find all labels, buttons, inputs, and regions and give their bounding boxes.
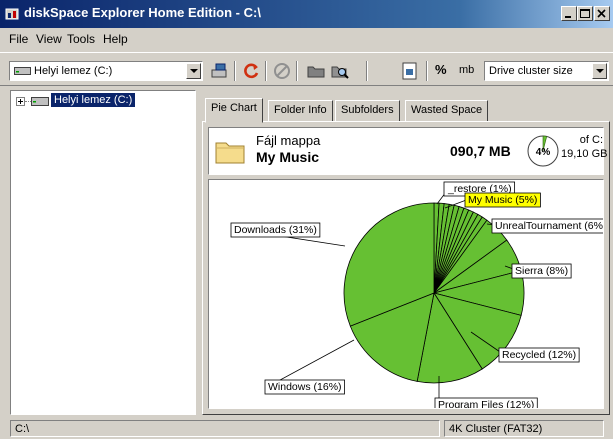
- menu-bar: File View Tools Help: [0, 28, 613, 50]
- plus-icon: [18, 99, 23, 104]
- minimize-icon: [565, 16, 571, 18]
- hard-drive-icon: [31, 97, 49, 106]
- tree-item-drive-c[interactable]: Helyi lemez (C:): [51, 93, 136, 107]
- toolbar-separator: [426, 61, 428, 81]
- toolbar-separator: [296, 61, 298, 81]
- folder-tree[interactable]: Helyi lemez (C:): [10, 90, 196, 415]
- menu-help[interactable]: Help: [103, 32, 128, 46]
- pie-label-text: My Music (5%): [468, 194, 537, 206]
- pie-label-text: Sierra (8%): [515, 265, 568, 277]
- menu-view[interactable]: View: [36, 32, 62, 46]
- percent-gauge: 4%: [527, 135, 559, 167]
- pie-label-text: UnrealTournament (6%): [495, 220, 604, 232]
- folder-size: 090,7 MB: [450, 143, 511, 159]
- status-cluster: 4K Cluster (FAT32): [444, 420, 604, 437]
- folder-icon: [215, 142, 245, 164]
- mb-toggle[interactable]: mb: [459, 64, 474, 76]
- tree-expand-toggle[interactable]: [16, 97, 25, 106]
- status-path: C:\: [10, 420, 440, 437]
- menu-file[interactable]: File: [9, 32, 28, 46]
- drive-select-dropdown[interactable]: [186, 63, 201, 79]
- tab-folder-info[interactable]: Folder Info: [268, 100, 333, 122]
- close-icon: [597, 9, 606, 18]
- app-window: diskSpace Explorer Home Edition - C:\ Fi…: [0, 0, 613, 439]
- pie-label: Program Files (12%): [434, 397, 538, 409]
- cluster-size-dropdown[interactable]: [592, 63, 607, 79]
- close-button[interactable]: [594, 6, 610, 21]
- pie-label: Downloads (31%): [230, 222, 321, 238]
- maximize-button[interactable]: [577, 6, 593, 21]
- percent-toggle[interactable]: %: [435, 62, 447, 77]
- tab-wasted-space[interactable]: Wasted Space: [405, 100, 489, 122]
- menu-tools[interactable]: Tools: [67, 32, 95, 46]
- pie-label: UnrealTournament (6%): [491, 218, 604, 234]
- report-icon[interactable]: [400, 61, 420, 81]
- folder-info-bar: Fájl mappa My Music 090,7 MB 4% of C: 19…: [208, 127, 608, 175]
- pie-label: Sierra (8%): [511, 263, 572, 279]
- toolbar: Helyi lemez (C:) % mb Drive cluster size: [0, 52, 613, 86]
- of-drive-label: of C:: [579, 134, 603, 146]
- toolbar-separator: [366, 61, 368, 81]
- minimize-button[interactable]: [561, 6, 577, 21]
- pie-label: Recycled (12%): [498, 347, 580, 363]
- maximize-icon: [580, 9, 590, 18]
- app-icon: [5, 8, 19, 20]
- toolbar-separator: [234, 61, 236, 81]
- pie-leader-line: [268, 339, 355, 387]
- drive-scan-icon[interactable]: [210, 61, 230, 81]
- pie-chart-panel: Fájl mappa My Music 090,7 MB 4% of C: 19…: [202, 121, 610, 415]
- pie-chart-area[interactable]: _restore (1%) My Music (5%) UnrealTourname…: [208, 179, 604, 409]
- pie-label-text: Windows (16%): [268, 381, 342, 393]
- hard-drive-icon: [14, 67, 31, 75]
- cluster-size-select[interactable]: Drive cluster size: [484, 61, 609, 81]
- percent-gauge-label: 4%: [536, 147, 551, 158]
- title-bar[interactable]: diskSpace Explorer Home Edition - C:\: [0, 0, 613, 28]
- pie-label-text: Downloads (31%): [234, 224, 317, 236]
- folder-type: Fájl mappa: [256, 133, 321, 148]
- pie-label-text: Program Files (12%): [438, 399, 534, 409]
- pie-label: Windows (16%): [264, 379, 345, 395]
- folder-name: My Music: [256, 149, 320, 165]
- pie-label-text: Recycled (12%): [502, 349, 576, 361]
- tab-pie-chart[interactable]: Pie Chart: [205, 98, 263, 123]
- drive-select-value: Helyi lemez (C:): [34, 65, 113, 77]
- stop-icon[interactable]: [272, 61, 292, 81]
- refresh-icon[interactable]: [241, 61, 261, 81]
- chevron-down-icon: [190, 69, 198, 73]
- pie-label: My Music (5%): [464, 192, 541, 208]
- chevron-down-icon: [596, 69, 604, 73]
- folder-icon[interactable]: [306, 61, 326, 81]
- drive-total-size: 19,10 GB: [561, 148, 608, 160]
- status-bar: C:\ 4K Cluster (FAT32): [0, 418, 613, 439]
- drive-select[interactable]: Helyi lemez (C:): [9, 61, 203, 81]
- search-folder-icon[interactable]: [330, 61, 350, 81]
- cluster-size-value: Drive cluster size: [489, 65, 573, 77]
- pie-chart: _restore (1%)My Music (5%)UnrealTourname…: [230, 181, 604, 409]
- toolbar-separator: [265, 61, 267, 81]
- tab-subfolders[interactable]: Subfolders: [335, 100, 400, 122]
- window-title: diskSpace Explorer Home Edition - C:\: [24, 5, 261, 20]
